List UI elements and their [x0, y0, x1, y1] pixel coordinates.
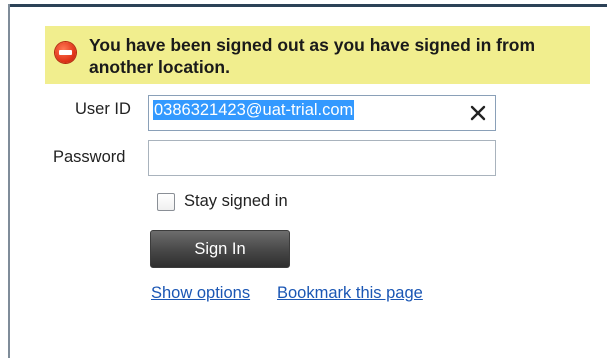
sign-in-button[interactable]: Sign In: [150, 230, 290, 268]
error-minus-icon: [55, 42, 76, 63]
password-label: Password: [53, 148, 126, 166]
bookmark-page-link[interactable]: Bookmark this page: [277, 284, 423, 303]
user-id-value[interactable]: 0386321423@uat-trial.com: [153, 100, 355, 120]
clear-icon[interactable]: [470, 105, 486, 121]
password-input[interactable]: [148, 140, 496, 176]
panel-left-border: [8, 4, 10, 358]
user-id-input[interactable]: 0386321423@uat-trial.com: [148, 95, 496, 131]
banner-message: You have been signed out as you have sig…: [89, 35, 536, 77]
signed-out-banner: You have been signed out as you have sig…: [45, 26, 590, 84]
panel-top-border: [8, 4, 607, 7]
user-id-label: User ID: [75, 100, 131, 118]
show-options-link[interactable]: Show options: [151, 284, 250, 303]
stay-signed-in-label[interactable]: Stay signed in: [184, 192, 288, 211]
stay-signed-in-checkbox[interactable]: [157, 193, 175, 211]
login-panel: You have been signed out as you have sig…: [0, 0, 607, 358]
